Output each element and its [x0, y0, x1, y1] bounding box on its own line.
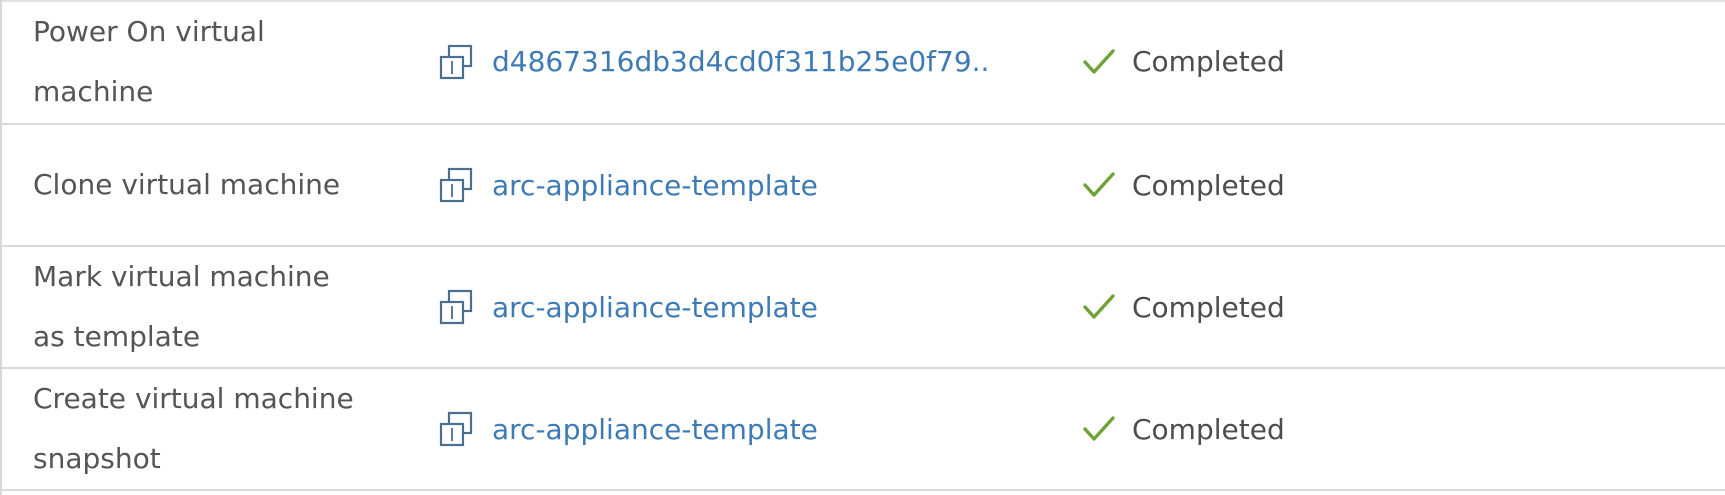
status-text: Completed — [1132, 290, 1285, 324]
target-link[interactable]: arc-appliance-template — [492, 169, 818, 202]
task-name: Create virtual machine snapshot — [33, 382, 354, 475]
task-status: Completed — [1082, 37, 1285, 87]
checkmark-icon — [1082, 290, 1116, 324]
target-link[interactable]: d4867316db3d4cd0f311b25e0f79... — [492, 45, 992, 78]
recent-tasks-table: Power On virtual machine d4867316db3d4cd… — [0, 0, 1725, 495]
target-link[interactable]: arc-appliance-template — [492, 413, 818, 446]
vm-template-icon — [438, 166, 476, 204]
vm-template-icon — [438, 43, 476, 81]
task-target: arc-appliance-template — [438, 282, 818, 332]
task-name: Clone virtual machine — [33, 168, 341, 201]
vm-template-icon — [438, 288, 476, 326]
task-status: Completed — [1082, 160, 1285, 210]
task-name: Mark virtual machine as template — [33, 260, 330, 353]
task-name: Power On virtual machine — [33, 14, 265, 108]
status-text: Completed — [1132, 45, 1285, 78]
task-status: Completed — [1082, 282, 1285, 332]
table-row[interactable]: Mark virtual machine as template arc-app… — [2, 247, 1725, 369]
table-row[interactable]: Create virtual machine snapshot arc-appl… — [2, 369, 1725, 491]
task-target: arc-appliance-template — [438, 404, 818, 454]
checkmark-icon — [1082, 412, 1116, 446]
task-target: d4867316db3d4cd0f311b25e0f79... — [438, 37, 992, 87]
table-row[interactable]: Power On virtual machine d4867316db3d4cd… — [2, 0, 1725, 125]
vm-template-icon — [438, 410, 476, 448]
status-text: Completed — [1132, 412, 1285, 446]
task-target: arc-appliance-template — [438, 160, 818, 210]
table-row[interactable]: Clone virtual machine arc-appliance-temp… — [2, 125, 1725, 247]
checkmark-icon — [1082, 168, 1116, 202]
checkmark-icon — [1082, 45, 1116, 79]
task-status: Completed — [1082, 404, 1285, 454]
status-text: Completed — [1132, 168, 1285, 202]
target-link[interactable]: arc-appliance-template — [492, 291, 818, 324]
